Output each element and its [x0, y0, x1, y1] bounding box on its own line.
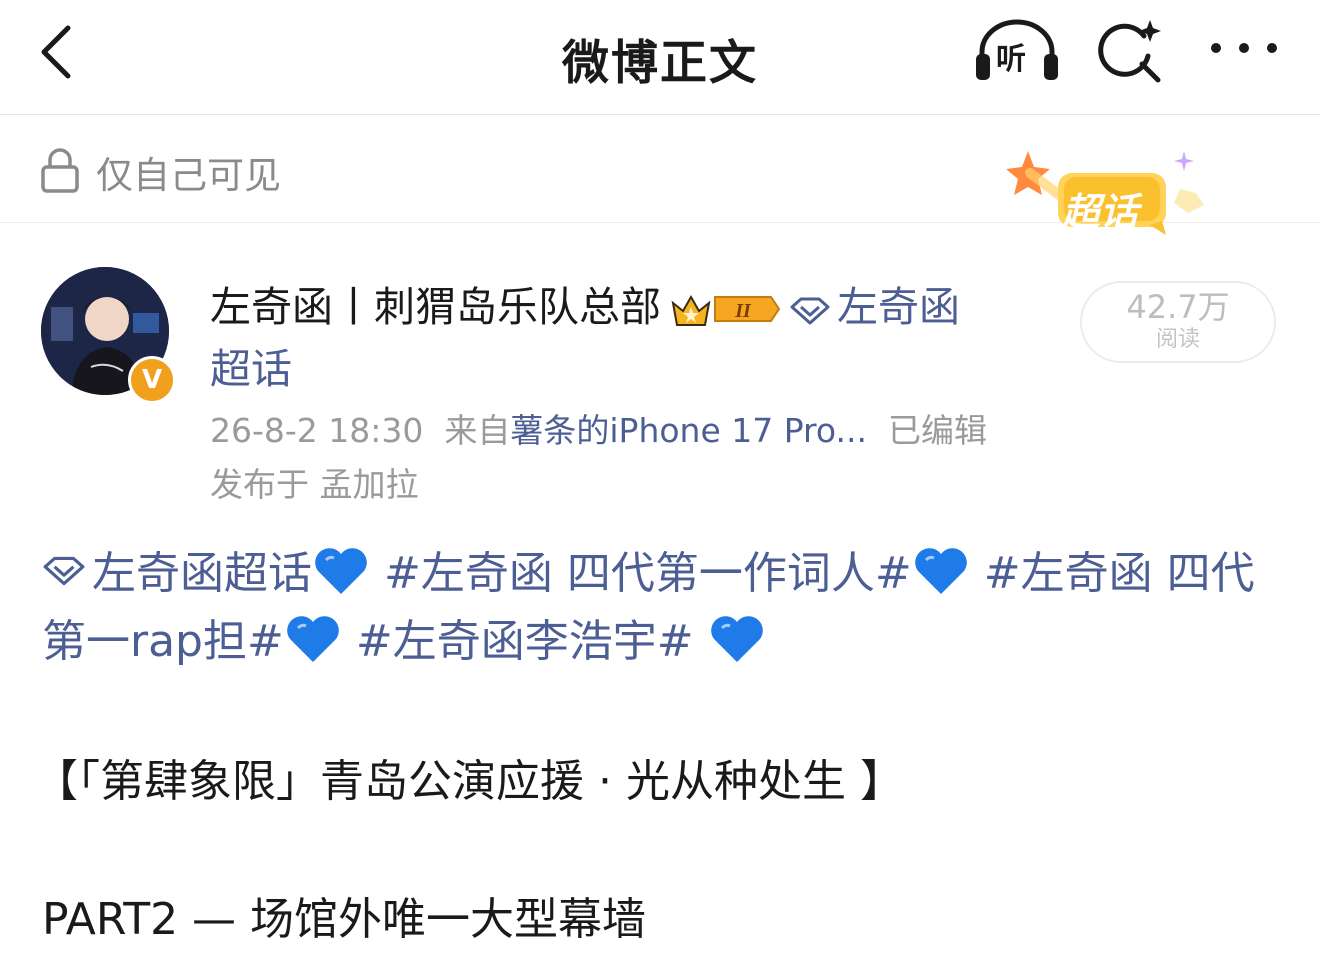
more-dots-icon	[1211, 43, 1277, 53]
author-name[interactable]: 左奇函丨刺猬岛乐队总部	[210, 283, 661, 331]
member-level-label: II	[734, 300, 752, 322]
verified-badge: V	[128, 356, 176, 404]
post-part-line: PART2 — 场馆外唯一大型幕墙	[42, 894, 647, 945]
read-label: 阅读	[1155, 327, 1200, 352]
supertopic-diamond-icon	[790, 297, 830, 325]
read-count-pill: 42.7万 阅读	[1080, 281, 1276, 363]
visibility-bar: 仅自己可见 超话	[0, 115, 1320, 235]
blue-heart-icon	[287, 616, 339, 662]
supertopic-badge[interactable]: 超话	[1000, 143, 1220, 243]
more-button[interactable]	[1206, 34, 1282, 64]
source-prefix: 来自	[444, 411, 511, 450]
lock-icon	[41, 148, 79, 193]
visibility-label: 仅自己可见	[96, 154, 281, 197]
source-device-link[interactable]: 薯条的iPhone 17 Pro...	[510, 411, 867, 450]
post-timestamp: 26-8-2 18:30	[210, 411, 424, 450]
topic-link[interactable]: #左奇函李浩宇#	[356, 616, 694, 667]
author-line: 左奇函丨刺猬岛乐队总部 II 左奇函 超话	[210, 276, 1050, 400]
blue-heart-icon	[315, 548, 367, 594]
supertopic-link-suffix[interactable]: 超话	[210, 345, 292, 393]
topic-link[interactable]: 左奇函超话	[92, 548, 312, 599]
blue-heart-icon	[710, 616, 763, 662]
supertopic-badge-label: 超话	[1062, 190, 1139, 234]
supertopic-link[interactable]: 左奇函	[837, 283, 960, 331]
post-location: 发布于 孟加拉	[210, 458, 419, 506]
topic-link[interactable]: #左奇函 四代第一作词人#	[384, 548, 912, 599]
crown-member-badge-icon[interactable]: II	[667, 289, 783, 329]
supertopic-diamond-icon	[43, 556, 85, 586]
location-text: 孟加拉	[319, 465, 419, 504]
listen-button[interactable]: 听	[972, 18, 1062, 84]
top-bar: 微博正文 听	[0, 0, 1320, 115]
edited-label[interactable]: 已编辑	[888, 411, 987, 450]
post-meta: 26-8-2 18:30 来自薯条的iPhone 17 Pro... 已编辑	[210, 404, 987, 452]
read-count: 42.7万	[1126, 288, 1230, 326]
post-content: 左奇函超话 #左奇函 四代第一作词人# #左奇函 四代第一rap担# #左奇函李…	[42, 540, 1282, 676]
post-heading: 【「第肆象限」青岛公演应援 · 光从种处生 】	[34, 756, 904, 807]
search-sparkle-icon	[1098, 20, 1161, 83]
listen-label: 听	[996, 42, 1026, 77]
search-button[interactable]	[1096, 16, 1166, 86]
location-prefix: 发布于	[210, 465, 309, 504]
blue-heart-icon	[914, 548, 967, 594]
